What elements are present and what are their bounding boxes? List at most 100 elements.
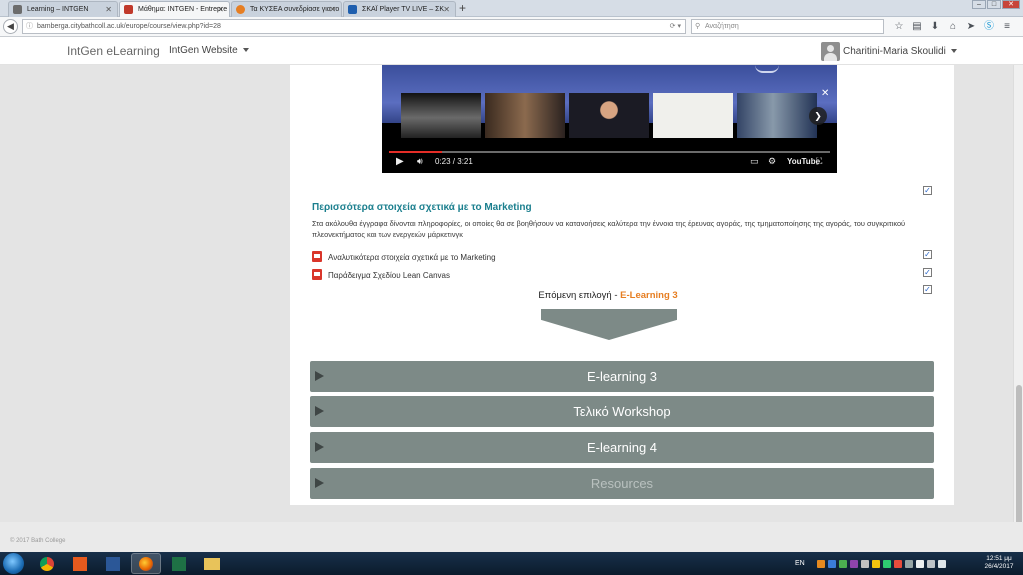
browser-tab-course[interactable]: Μάθημα: INTGEN - Entrepre ✕ — [119, 1, 230, 17]
reload-icon[interactable]: ⟳ ▾ — [670, 20, 681, 33]
skai-favicon-icon — [348, 5, 357, 14]
pdf-icon — [312, 251, 322, 262]
website-menu[interactable]: IntGen Website — [169, 45, 249, 56]
file-link-marketing[interactable]: Αναλυτικότερα στοιχεία σχετικά με το Mar… — [312, 251, 496, 262]
close-tab-icon[interactable]: ✕ — [443, 2, 450, 17]
expand-arrow-icon — [315, 478, 324, 488]
windows-taskbar: EN 12:51 μμ 26/4/2017 — [0, 552, 1023, 575]
next-option-label: Επόμενη επιλογή - E-Learning 3 — [290, 290, 926, 301]
window-close-icon[interactable]: ✕ — [1002, 0, 1020, 9]
related-video-thumb[interactable] — [737, 93, 817, 138]
section-toggle-workshop[interactable]: Τελικό Workshop — [310, 396, 934, 427]
excel-icon[interactable] — [164, 553, 194, 574]
fullscreen-icon[interactable]: ⛶ — [816, 156, 822, 167]
firefox-icon[interactable] — [131, 553, 161, 574]
window-controls: – □ ✕ — [971, 0, 1020, 9]
maximize-icon[interactable]: □ — [987, 0, 1001, 9]
browser-tab-skai[interactable]: ΣΚΑΪ Player TV LIVE – ΣΚ ✕ — [343, 1, 456, 17]
close-related-icon[interactable]: ✕ — [821, 88, 829, 99]
office-icon[interactable] — [65, 553, 95, 574]
file-name: Αναλυτικότερα στοιχεία σχετικά με το Mar… — [328, 253, 496, 262]
tray-app-icon[interactable] — [860, 559, 869, 568]
volume-tray-icon[interactable] — [937, 559, 946, 568]
tray-app-icon[interactable] — [904, 559, 913, 568]
user-name: Charitini-Maria Skoulidi — [843, 46, 946, 57]
scrollbar-thumb[interactable] — [1016, 385, 1022, 525]
browser-tab-learning[interactable]: Learning – INTGEN ✕ — [8, 1, 118, 17]
subtitles-icon[interactable]: ▭ — [750, 156, 759, 167]
section-label: Resources — [590, 476, 654, 491]
close-tab-icon[interactable]: ✕ — [217, 2, 224, 17]
search-placeholder: Αναζήτηση — [705, 23, 739, 30]
system-tray: EN — [795, 552, 949, 575]
search-input[interactable]: ⚲ Αναζήτηση — [691, 19, 884, 34]
search-icon: ⚲ — [695, 23, 701, 30]
minimize-icon[interactable]: – — [972, 0, 986, 9]
volume-icon[interactable]: 🔊︎ — [417, 156, 423, 167]
play-icon[interactable]: ▶ — [396, 156, 404, 167]
course-content: ✕ ❯ ▶ 🔊︎ 0:23 / 3:21 ▭ ⚙ YouTube ⛶ ✓ Περ… — [290, 65, 954, 505]
bookmark-star-icon[interactable]: ☆ — [890, 20, 908, 33]
completion-checkbox[interactable]: ✓ — [923, 250, 932, 259]
next-option-link[interactable]: E-Learning 3 — [620, 290, 678, 301]
file-link-lean-canvas[interactable]: Παράδειγμα Σχεδίου Lean Canvas — [312, 269, 450, 280]
completion-checkbox[interactable]: ✓ — [923, 268, 932, 277]
taskbar-clock[interactable]: 12:51 μμ 26/4/2017 — [978, 555, 1020, 571]
file-name: Παράδειγμα Σχεδίου Lean Canvas — [328, 271, 450, 280]
caret-down-icon — [950, 49, 957, 54]
caret-down-icon — [242, 48, 249, 53]
section-toggle-elearning-4[interactable]: E-learning 4 — [310, 432, 934, 463]
brand-link[interactable]: IntGen eLearning — [67, 44, 160, 58]
chevron-down-icon — [541, 309, 677, 340]
tray-app-icon[interactable] — [838, 559, 847, 568]
send-icon[interactable]: ➤ — [962, 20, 980, 33]
video-player[interactable]: ✕ ❯ ▶ 🔊︎ 0:23 / 3:21 ▭ ⚙ YouTube ⛶ — [382, 65, 837, 173]
completion-checkbox[interactable]: ✓ — [923, 285, 932, 294]
tray-app-icon[interactable] — [893, 559, 902, 568]
flag-icon[interactable] — [926, 559, 935, 568]
download-icon[interactable]: ⬇ — [926, 20, 944, 33]
tray-app-icon[interactable] — [882, 559, 891, 568]
video-time: 0:23 / 3:21 — [435, 157, 473, 166]
tray-app-icon[interactable] — [827, 559, 836, 568]
menu-icon[interactable]: ≡ — [998, 20, 1016, 33]
completion-checkbox[interactable]: ✓ — [923, 186, 932, 195]
section-toggle-elearning-3[interactable]: E-learning 3 — [310, 361, 934, 392]
word-icon[interactable] — [98, 553, 128, 574]
windows-start-icon[interactable] — [3, 553, 24, 574]
close-tab-icon[interactable]: ✕ — [329, 2, 336, 17]
settings-gear-icon[interactable]: ⚙ — [768, 156, 776, 167]
browser-nav-bar: ◀ ⓘ bamberga.citybathcoll.ac.uk/europe/c… — [0, 17, 1023, 37]
back-arrow-icon[interactable]: ◀ — [3, 19, 18, 34]
language-indicator[interactable]: EN — [795, 560, 805, 567]
tray-app-icon[interactable] — [871, 559, 880, 568]
home-icon[interactable]: ⌂ — [944, 20, 962, 33]
related-video-thumb[interactable] — [401, 93, 481, 138]
expand-arrow-icon — [315, 371, 324, 381]
avatar[interactable] — [821, 42, 840, 61]
new-tab-icon[interactable]: + — [459, 1, 466, 15]
user-menu[interactable]: Charitini-Maria Skoulidi — [843, 46, 957, 57]
address-bar[interactable]: ⓘ bamberga.citybathcoll.ac.uk/europe/cou… — [22, 19, 686, 34]
tray-app-icon[interactable] — [849, 559, 858, 568]
reading-list-icon[interactable]: ▤ — [908, 20, 926, 33]
browser-tab-news[interactable]: Τα ΚΥΣΕΑ συνεδρίασε για το ✕ — [231, 1, 342, 17]
page-scrollbar[interactable] — [1013, 65, 1023, 552]
chrome-icon[interactable] — [32, 553, 62, 574]
tray-app-icon[interactable] — [816, 559, 825, 568]
file-explorer-icon[interactable] — [197, 553, 227, 574]
chevron-right-icon[interactable]: ❯ — [809, 107, 827, 125]
network-icon[interactable] — [915, 559, 924, 568]
site-header: IntGen eLearning IntGen Website Charitin… — [0, 37, 1023, 65]
clock-date: 26/4/2017 — [984, 563, 1014, 570]
related-video-thumb[interactable] — [653, 93, 733, 138]
close-tab-icon[interactable]: ✕ — [105, 2, 112, 17]
video-controls: ▶ 🔊︎ 0:23 / 3:21 ▭ ⚙ YouTube ⛶ — [382, 153, 837, 173]
related-video-thumb[interactable] — [485, 93, 565, 138]
skype-icon[interactable]: Ⓢ — [980, 20, 998, 33]
related-video-thumb[interactable] — [569, 93, 649, 138]
pdf-icon — [312, 269, 322, 280]
section-label: E-learning 4 — [586, 440, 658, 455]
section-toggle-resources[interactable]: Resources — [310, 468, 934, 499]
tab-title: Learning – INTGEN — [27, 6, 89, 13]
